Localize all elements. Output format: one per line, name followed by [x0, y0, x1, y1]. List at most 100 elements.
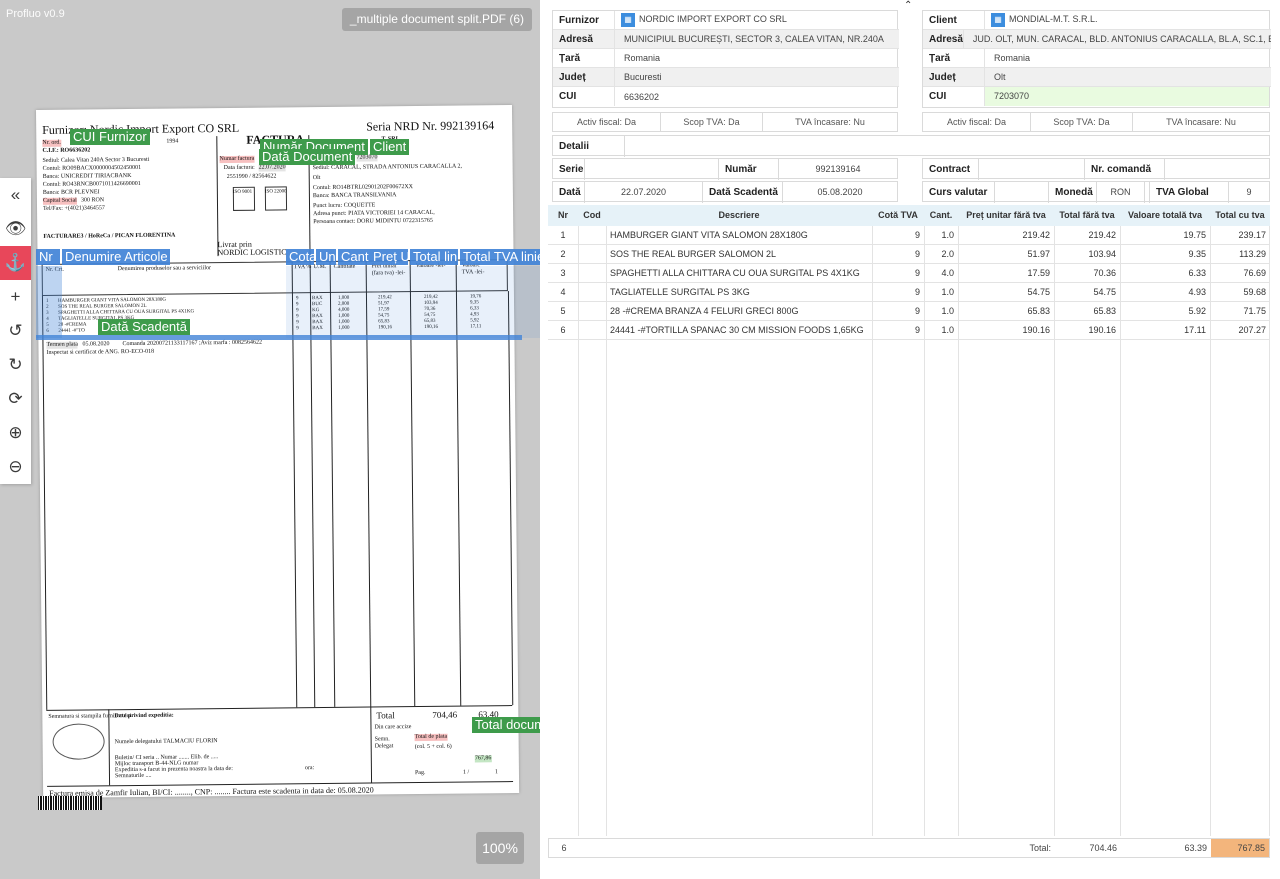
zoom-in-icon[interactable]: ⊕ — [0, 416, 31, 450]
client-adresa[interactable]: JUD. OLT, MUN. CARACAL, BLD. ANTONIUS CA… — [964, 34, 1271, 44]
cell-tva[interactable]: 19.75 — [1120, 226, 1206, 245]
cell-cod[interactable] — [578, 226, 606, 245]
cell-descriere[interactable]: TAGLIATELLE SURGITAL PS 3KG — [610, 283, 876, 302]
overlay-client[interactable]: Client — [370, 139, 410, 155]
cell-cant[interactable]: 1.0 — [924, 283, 954, 302]
cell-total[interactable]: 103.94 — [1054, 245, 1116, 264]
cell-cod[interactable] — [578, 321, 606, 340]
rotate-right-icon[interactable]: ↻ — [0, 348, 31, 382]
cell-cota[interactable]: 9 — [872, 283, 920, 302]
col-header-pret[interactable]: Preț unitar fără tva — [958, 205, 1054, 226]
cell-nr[interactable]: 5 — [548, 302, 578, 321]
cell-cota[interactable]: 9 — [872, 226, 920, 245]
detalii-input[interactable] — [625, 136, 1269, 157]
cell-tva[interactable]: 17.11 — [1120, 321, 1206, 340]
cell-descriere[interactable]: 28 -#CREMA BRANZA 4 FELURI GRECI 800G — [610, 302, 876, 321]
cell-cod[interactable] — [578, 283, 606, 302]
cell-total_tva[interactable]: 207.27 — [1210, 321, 1266, 340]
serie-input[interactable] — [585, 159, 719, 180]
col-header-cant[interactable]: Cant. — [924, 205, 958, 226]
cell-cod[interactable] — [578, 264, 606, 283]
cell-cant[interactable]: 1.0 — [924, 321, 954, 340]
collapse-up-icon[interactable]: ⌃ — [904, 0, 912, 11]
table-row[interactable]: 5 28 -#CREMA BRANZA 4 FELURI GRECI 800G 9 1… — [548, 302, 1270, 321]
cell-cota[interactable]: 9 — [872, 245, 920, 264]
cell-pret[interactable]: 219.42 — [958, 226, 1050, 245]
furnizor-adresa[interactable]: MUNICIPIUL BUCUREȘTI, SECTOR 3, CALEA VI… — [615, 34, 884, 44]
tva-global-input[interactable]: 9 — [1229, 182, 1269, 203]
client-cui[interactable]: 7203070 — [985, 87, 1269, 106]
cell-total_tva[interactable]: 71.75 — [1210, 302, 1266, 321]
overlay-cui-furnizor[interactable]: CUI Furnizor — [70, 129, 150, 145]
cell-total_tva[interactable]: 76.69 — [1210, 264, 1266, 283]
cell-tva[interactable]: 9.35 — [1120, 245, 1206, 264]
cell-pret[interactable]: 17.59 — [958, 264, 1050, 283]
overlay-total-tva[interactable]: Total TVA linie — [460, 249, 540, 265]
overlay-data-document[interactable]: Dată Document — [259, 149, 356, 165]
comanda-input[interactable] — [1165, 159, 1269, 180]
furnizor-judet[interactable]: Bucuresti — [615, 72, 662, 82]
collapse-icon[interactable]: « — [0, 178, 31, 212]
furnizor-cui[interactable]: 6636202 — [615, 92, 659, 102]
cell-cant[interactable]: 1.0 — [924, 226, 954, 245]
client-name[interactable]: MONDIAL-M.T. S.R.L. — [1009, 14, 1098, 24]
table-row[interactable]: 6 24441 -#TORTILLA SPANAC 30 CM MISSION F… — [548, 321, 1270, 340]
curs-input[interactable] — [995, 182, 1049, 203]
client-tara[interactable]: Romania — [985, 53, 1030, 63]
cell-descriere[interactable]: SPAGHETTI ALLA CHITTARA CU OUA SURGITAL … — [610, 264, 876, 283]
cell-total[interactable]: 54.75 — [1054, 283, 1116, 302]
overlay-nr[interactable]: Nr — [36, 249, 60, 265]
table-row[interactable]: 2 SOS THE REAL BURGER SALOMON 2L 9 2.0 51.97… — [548, 245, 1270, 264]
cell-pret[interactable]: 65.83 — [958, 302, 1050, 321]
overlay-total-document[interactable]: Total document — [472, 717, 540, 733]
zoom-out-icon[interactable]: ⊖ — [0, 450, 31, 484]
cell-pret[interactable]: 51.97 — [958, 245, 1050, 264]
cell-tva[interactable]: 6.33 — [1120, 264, 1206, 283]
cell-nr[interactable]: 2 — [548, 245, 578, 264]
client-judet[interactable]: Olt — [985, 72, 1006, 82]
overlay-cant[interactable]: Cant — [338, 249, 370, 265]
cell-cant[interactable]: 1.0 — [924, 302, 954, 321]
furnizor-name[interactable]: NORDIC IMPORT EXPORT CO SRL — [639, 14, 787, 24]
furnizor-tara[interactable]: Romania — [615, 53, 660, 63]
scadenta-input[interactable]: 05.08.2020 — [783, 182, 897, 203]
cell-total[interactable]: 65.83 — [1054, 302, 1116, 321]
col-header-cod[interactable]: Cod — [578, 205, 606, 226]
cell-cota[interactable]: 9 — [872, 302, 920, 321]
anchor-icon[interactable]: ⚓ — [0, 246, 31, 280]
cell-nr[interactable]: 6 — [548, 321, 578, 340]
rotate-left-icon[interactable]: ↺ — [0, 314, 31, 348]
contract-input[interactable] — [979, 159, 1085, 180]
cell-total_tva[interactable]: 59.68 — [1210, 283, 1266, 302]
eye-icon[interactable]: 👁 — [0, 212, 31, 246]
document-name-button[interactable]: _multiple document split.PDF (6) — [341, 8, 532, 31]
col-header-descriere[interactable]: Descriere — [606, 205, 872, 226]
cell-cant[interactable]: 2.0 — [924, 245, 954, 264]
zoom-level[interactable]: 100% — [476, 832, 524, 864]
overlay-cota[interactable]: Cota — [286, 249, 314, 265]
col-header-valoare-tva[interactable]: Valoare totală tva — [1120, 205, 1210, 226]
cell-total[interactable]: 190.16 — [1054, 321, 1116, 340]
refresh-icon[interactable]: ⟳ — [0, 382, 31, 416]
overlay-pret[interactable]: Preț U — [370, 249, 408, 265]
cell-cota[interactable]: 9 — [872, 264, 920, 283]
overlay-um[interactable]: Unit — [316, 249, 336, 265]
overlay-data-scadenta[interactable]: Dată Scadentă — [98, 319, 191, 335]
cell-descriere[interactable]: 24441 -#TORTILLA SPANAC 30 CM MISSION FO… — [610, 321, 876, 340]
cell-nr[interactable]: 4 — [548, 283, 578, 302]
cell-nr[interactable]: 3 — [548, 264, 578, 283]
numar-input[interactable]: 992139164 — [779, 159, 897, 180]
cell-descriere[interactable]: SOS THE REAL BURGER SALOMON 2L — [610, 245, 876, 264]
cell-cod[interactable] — [578, 302, 606, 321]
table-row[interactable]: 4 TAGLIATELLE SURGITAL PS 3KG 9 1.0 54.75 54.… — [548, 283, 1270, 302]
cell-tva[interactable]: 5.92 — [1120, 302, 1206, 321]
cell-cod[interactable] — [578, 245, 606, 264]
col-header-cota[interactable]: Cotă TVA — [872, 205, 924, 226]
cell-cota[interactable]: 9 — [872, 321, 920, 340]
col-header-nr[interactable]: Nr — [548, 205, 578, 226]
cell-pret[interactable]: 54.75 — [958, 283, 1050, 302]
plus-icon[interactable]: + — [0, 280, 31, 314]
cell-total[interactable]: 219.42 — [1054, 226, 1116, 245]
table-row[interactable]: 3 SPAGHETTI ALLA CHITTARA CU OUA SURGITAL… — [548, 264, 1270, 283]
data-input[interactable]: 22.07.2020 — [585, 182, 703, 203]
